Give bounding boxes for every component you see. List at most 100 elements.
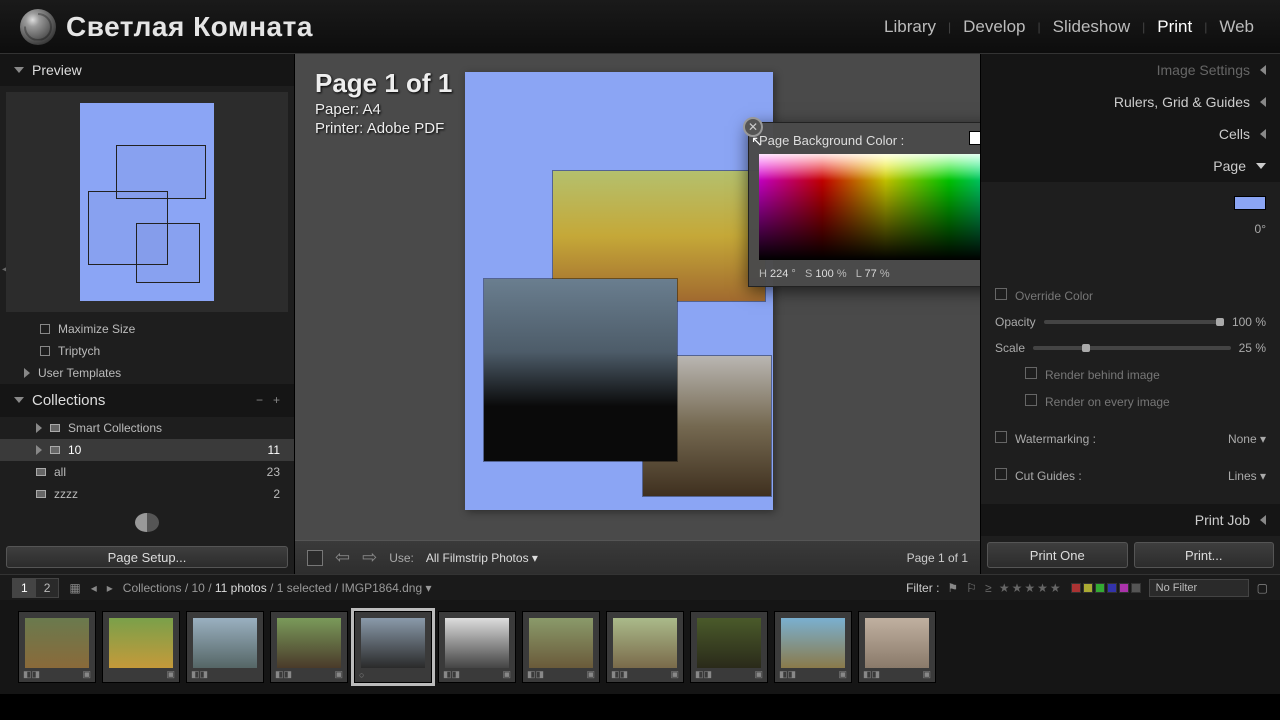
preview-header[interactable]: Preview xyxy=(0,54,294,86)
override-color-check[interactable]: Override Color xyxy=(1015,289,1093,303)
color-filter[interactable] xyxy=(1071,583,1141,593)
angle-value[interactable]: 0° xyxy=(1255,222,1266,236)
canvas: Page 1 of 1 Paper: A4 Printer: Adobe PDF… xyxy=(295,54,980,574)
filmstrip: ◧◨▣ ▣ ◧◨ ◧◨▣ ○ ◧◨▣ ◧◨▣ ◧◨▣ ◧◨▣ ◧◨▣ ◧◨▣ xyxy=(0,600,1280,694)
collection-all[interactable]: all23 xyxy=(0,461,294,483)
thumb-6[interactable]: ◧◨▣ xyxy=(438,611,516,683)
render-every-check[interactable]: Render on every image xyxy=(1045,395,1170,409)
collections-label: Collections xyxy=(32,392,105,409)
left-panel: ◂ Preview Maximize Size Triptych User Te… xyxy=(0,54,295,574)
print-button[interactable]: Print... xyxy=(1134,542,1275,568)
cutguides-label[interactable]: Cut Guides : xyxy=(1015,469,1082,483)
scale-label: Scale xyxy=(995,341,1025,355)
watermark-label[interactable]: Watermarking : xyxy=(1015,432,1096,446)
preview-thumbnail xyxy=(6,92,288,312)
nav-slideshow[interactable]: Slideshow xyxy=(1047,17,1137,37)
nav-fwd-icon[interactable]: ▸ xyxy=(107,581,113,595)
page-bg-swatch[interactable] xyxy=(1234,196,1266,210)
thumb-2[interactable]: ▣ xyxy=(102,611,180,683)
picker-h: 224 xyxy=(770,268,788,280)
filter-label: Filter : xyxy=(906,581,939,595)
rulers-header[interactable]: Rulers, Grid & Guides xyxy=(981,86,1280,118)
picker-s: 100 xyxy=(815,268,833,280)
thumb-1[interactable]: ◧◨▣ xyxy=(18,611,96,683)
right-panel: Image Settings Rulers, Grid & Guides Cel… xyxy=(980,54,1280,574)
main-area: ◂ Preview Maximize Size Triptych User Te… xyxy=(0,54,1280,574)
template-maximize[interactable]: Maximize Size xyxy=(0,318,294,340)
print-one-button[interactable]: Print One xyxy=(987,542,1128,568)
page-of-label: Page 1 of 1 xyxy=(907,551,968,565)
yin-yang-icon xyxy=(135,513,159,533)
print-page[interactable] xyxy=(465,72,773,510)
image-settings-header[interactable]: Image Settings xyxy=(981,54,1280,86)
logo: Светлая Комната xyxy=(20,9,313,45)
color-picker-popup: ✕ ↖ Page Background Color : xyxy=(748,122,980,287)
thumb-10[interactable]: ◧◨▣ xyxy=(774,611,852,683)
thumb-7[interactable]: ◧◨▣ xyxy=(522,611,600,683)
template-list: Maximize Size Triptych User Templates xyxy=(0,318,294,384)
page-panel-body: 0° Override Color Opacity100 % Scale25 %… xyxy=(981,182,1280,504)
app-logo-icon xyxy=(20,9,56,45)
thumb-5[interactable]: ○ xyxy=(354,611,432,683)
picker-values: H 224 ° S 100 % L 77 % R 54 % G 66 % B 1… xyxy=(759,268,980,280)
picker-title: Page Background Color : xyxy=(759,133,980,148)
canvas-area[interactable]: Page 1 of 1 Paper: A4 Printer: Adobe PDF… xyxy=(295,54,980,540)
collections-header[interactable]: Collections −+ xyxy=(0,384,294,417)
picker-l: 77 xyxy=(865,268,877,280)
window-segment[interactable]: 12 xyxy=(12,578,59,598)
use-label: Use: xyxy=(389,551,414,565)
canvas-bottom-bar: ⇦ ⇨ Use: All Filmstrip Photos ▾ Page 1 o… xyxy=(295,540,980,574)
module-nav: Library| Develop| Slideshow| Print| Web xyxy=(878,17,1260,37)
filter-lock-icon[interactable]: ▢ xyxy=(1257,581,1268,595)
opacity-slider[interactable] xyxy=(1044,320,1224,324)
nav-web[interactable]: Web xyxy=(1213,17,1260,37)
preview-label: Preview xyxy=(32,62,82,78)
star-filter[interactable]: ≥ ★★★★★ xyxy=(985,581,1063,595)
thumb-11[interactable]: ◧◨▣ xyxy=(858,611,936,683)
select-checkbox[interactable] xyxy=(307,550,323,566)
next-page-icon[interactable]: ⇨ xyxy=(362,547,377,568)
scale-slider[interactable] xyxy=(1033,346,1231,350)
preview-page xyxy=(80,103,214,301)
thumb-9[interactable]: ◧◨▣ xyxy=(690,611,768,683)
render-behind-check[interactable]: Render behind image xyxy=(1045,368,1160,382)
nav-print[interactable]: Print xyxy=(1151,17,1198,37)
collection-zzzz[interactable]: zzzz2 xyxy=(0,483,294,505)
thumb-8[interactable]: ◧◨▣ xyxy=(606,611,684,683)
secondary-toolbar: 12 ▦ ◂ ▸ Collections / 10 / 11 photos / … xyxy=(0,574,1280,600)
smart-collections[interactable]: Smart Collections xyxy=(0,417,294,439)
filter-area: Filter : ⚑ ⚐ ≥ ★★★★★ No Filter ▢ xyxy=(906,579,1268,597)
color-gradient[interactable] xyxy=(759,154,980,260)
grid-view-icon[interactable]: ▦ xyxy=(69,581,80,595)
cells-header[interactable]: Cells xyxy=(981,118,1280,150)
swatch-white[interactable] xyxy=(969,131,980,145)
flag-pick-icon[interactable]: ⚑ xyxy=(947,581,958,595)
thumb-4[interactable]: ◧◨▣ xyxy=(270,611,348,683)
nav-develop[interactable]: Develop xyxy=(957,17,1031,37)
print-job-header[interactable]: Print Job xyxy=(981,504,1280,536)
use-select[interactable]: All Filmstrip Photos ▾ xyxy=(426,551,538,565)
collection-10[interactable]: 1011 xyxy=(0,439,294,461)
page-header[interactable]: Page xyxy=(981,150,1280,182)
cutguides-select[interactable]: Lines ▾ xyxy=(1228,469,1266,483)
collections-plus-icon[interactable]: + xyxy=(273,393,280,407)
thumb-3[interactable]: ◧◨ xyxy=(186,611,264,683)
cursor-icon: ↖ xyxy=(751,133,763,150)
prev-page-icon[interactable]: ⇦ xyxy=(335,547,350,568)
nav-library[interactable]: Library xyxy=(878,17,942,37)
page-setup-button[interactable]: Page Setup... xyxy=(6,546,288,568)
collections-minus-icon[interactable]: − xyxy=(256,393,263,407)
photo-cell-2[interactable] xyxy=(484,279,677,461)
breadcrumb[interactable]: Collections / 10 / 11 photos / 1 selecte… xyxy=(123,581,432,595)
watermark-select[interactable]: None ▾ xyxy=(1228,432,1266,446)
user-templates[interactable]: User Templates xyxy=(0,362,294,384)
page-counter: Page 1 of 1 xyxy=(315,68,452,99)
top-bar: Светлая Комната Library| Develop| Slides… xyxy=(0,0,1280,54)
footer-bar xyxy=(0,694,1280,710)
nav-back-icon[interactable]: ◂ xyxy=(91,581,97,595)
flag-reject-icon[interactable]: ⚐ xyxy=(966,581,977,595)
filter-select[interactable]: No Filter xyxy=(1149,579,1249,597)
template-triptych[interactable]: Triptych xyxy=(0,340,294,362)
picker-presets xyxy=(969,131,980,145)
page-info-overlay: Page 1 of 1 Paper: A4 Printer: Adobe PDF xyxy=(315,68,452,137)
